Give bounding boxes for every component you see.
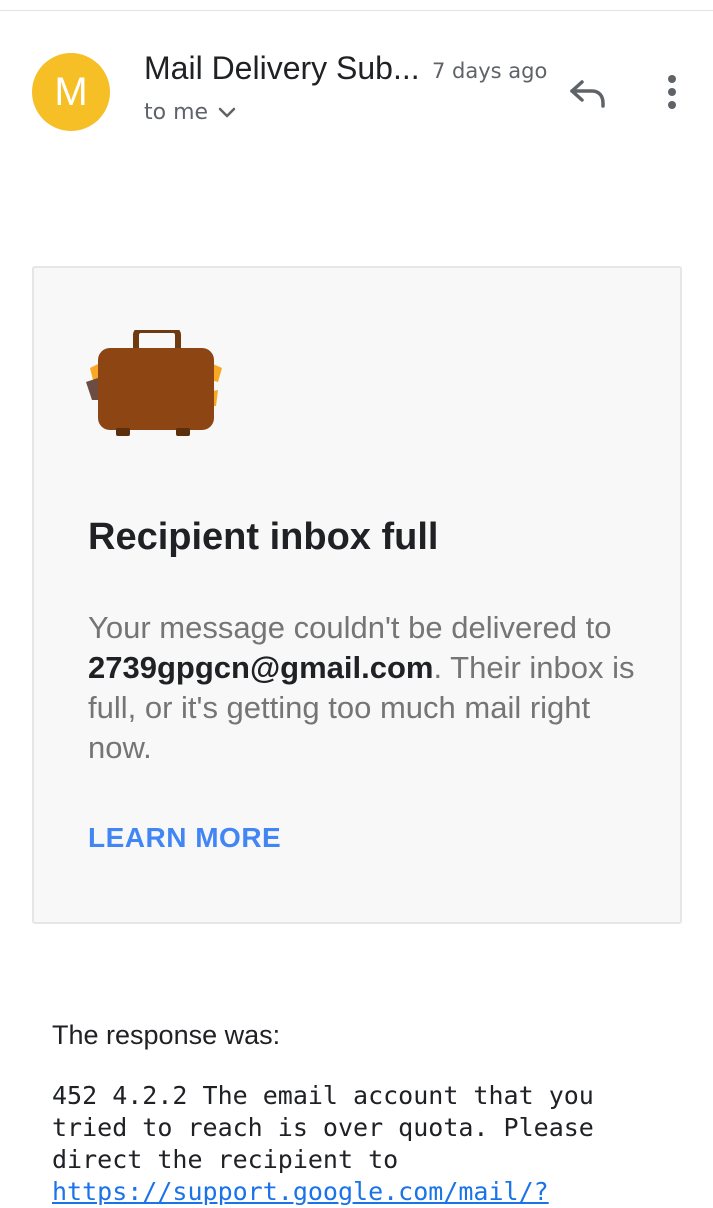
received-time: 7 days ago [432,59,548,83]
card-title: Recipient inbox full [88,516,439,558]
recipient-email: 2739gpgcn@gmail.com [88,650,434,685]
sender-avatar[interactable]: M [32,53,110,131]
suitcase-icon [86,330,222,436]
more-options-button[interactable] [650,66,694,118]
response-message: 452 4.2.2 The email account that you tri… [52,1081,594,1174]
card-message: Your message couldn't be delivered to 27… [88,608,648,768]
reply-button[interactable] [562,70,614,118]
reply-icon [570,80,605,108]
recipient-label: to me [144,100,209,125]
delivery-status-card: Recipient inbox full Your message couldn… [32,266,682,924]
message-text-start: Your message couldn't be delivered to [88,610,612,645]
sender-name[interactable]: Mail Delivery Sub... [144,50,426,87]
response-label: The response was: [52,1020,281,1050]
recipient-details-toggle[interactable]: to me [144,100,236,125]
chevron-down-icon [218,107,236,117]
more-vert-icon [668,75,676,109]
top-divider [0,10,713,11]
learn-more-link[interactable]: LEARN MORE [88,822,281,854]
response-text: 452 4.2.2 The email account that you tri… [52,1080,692,1208]
response-link[interactable]: https://support.google.com/mail/? [52,1177,549,1206]
avatar-letter: M [54,69,88,114]
